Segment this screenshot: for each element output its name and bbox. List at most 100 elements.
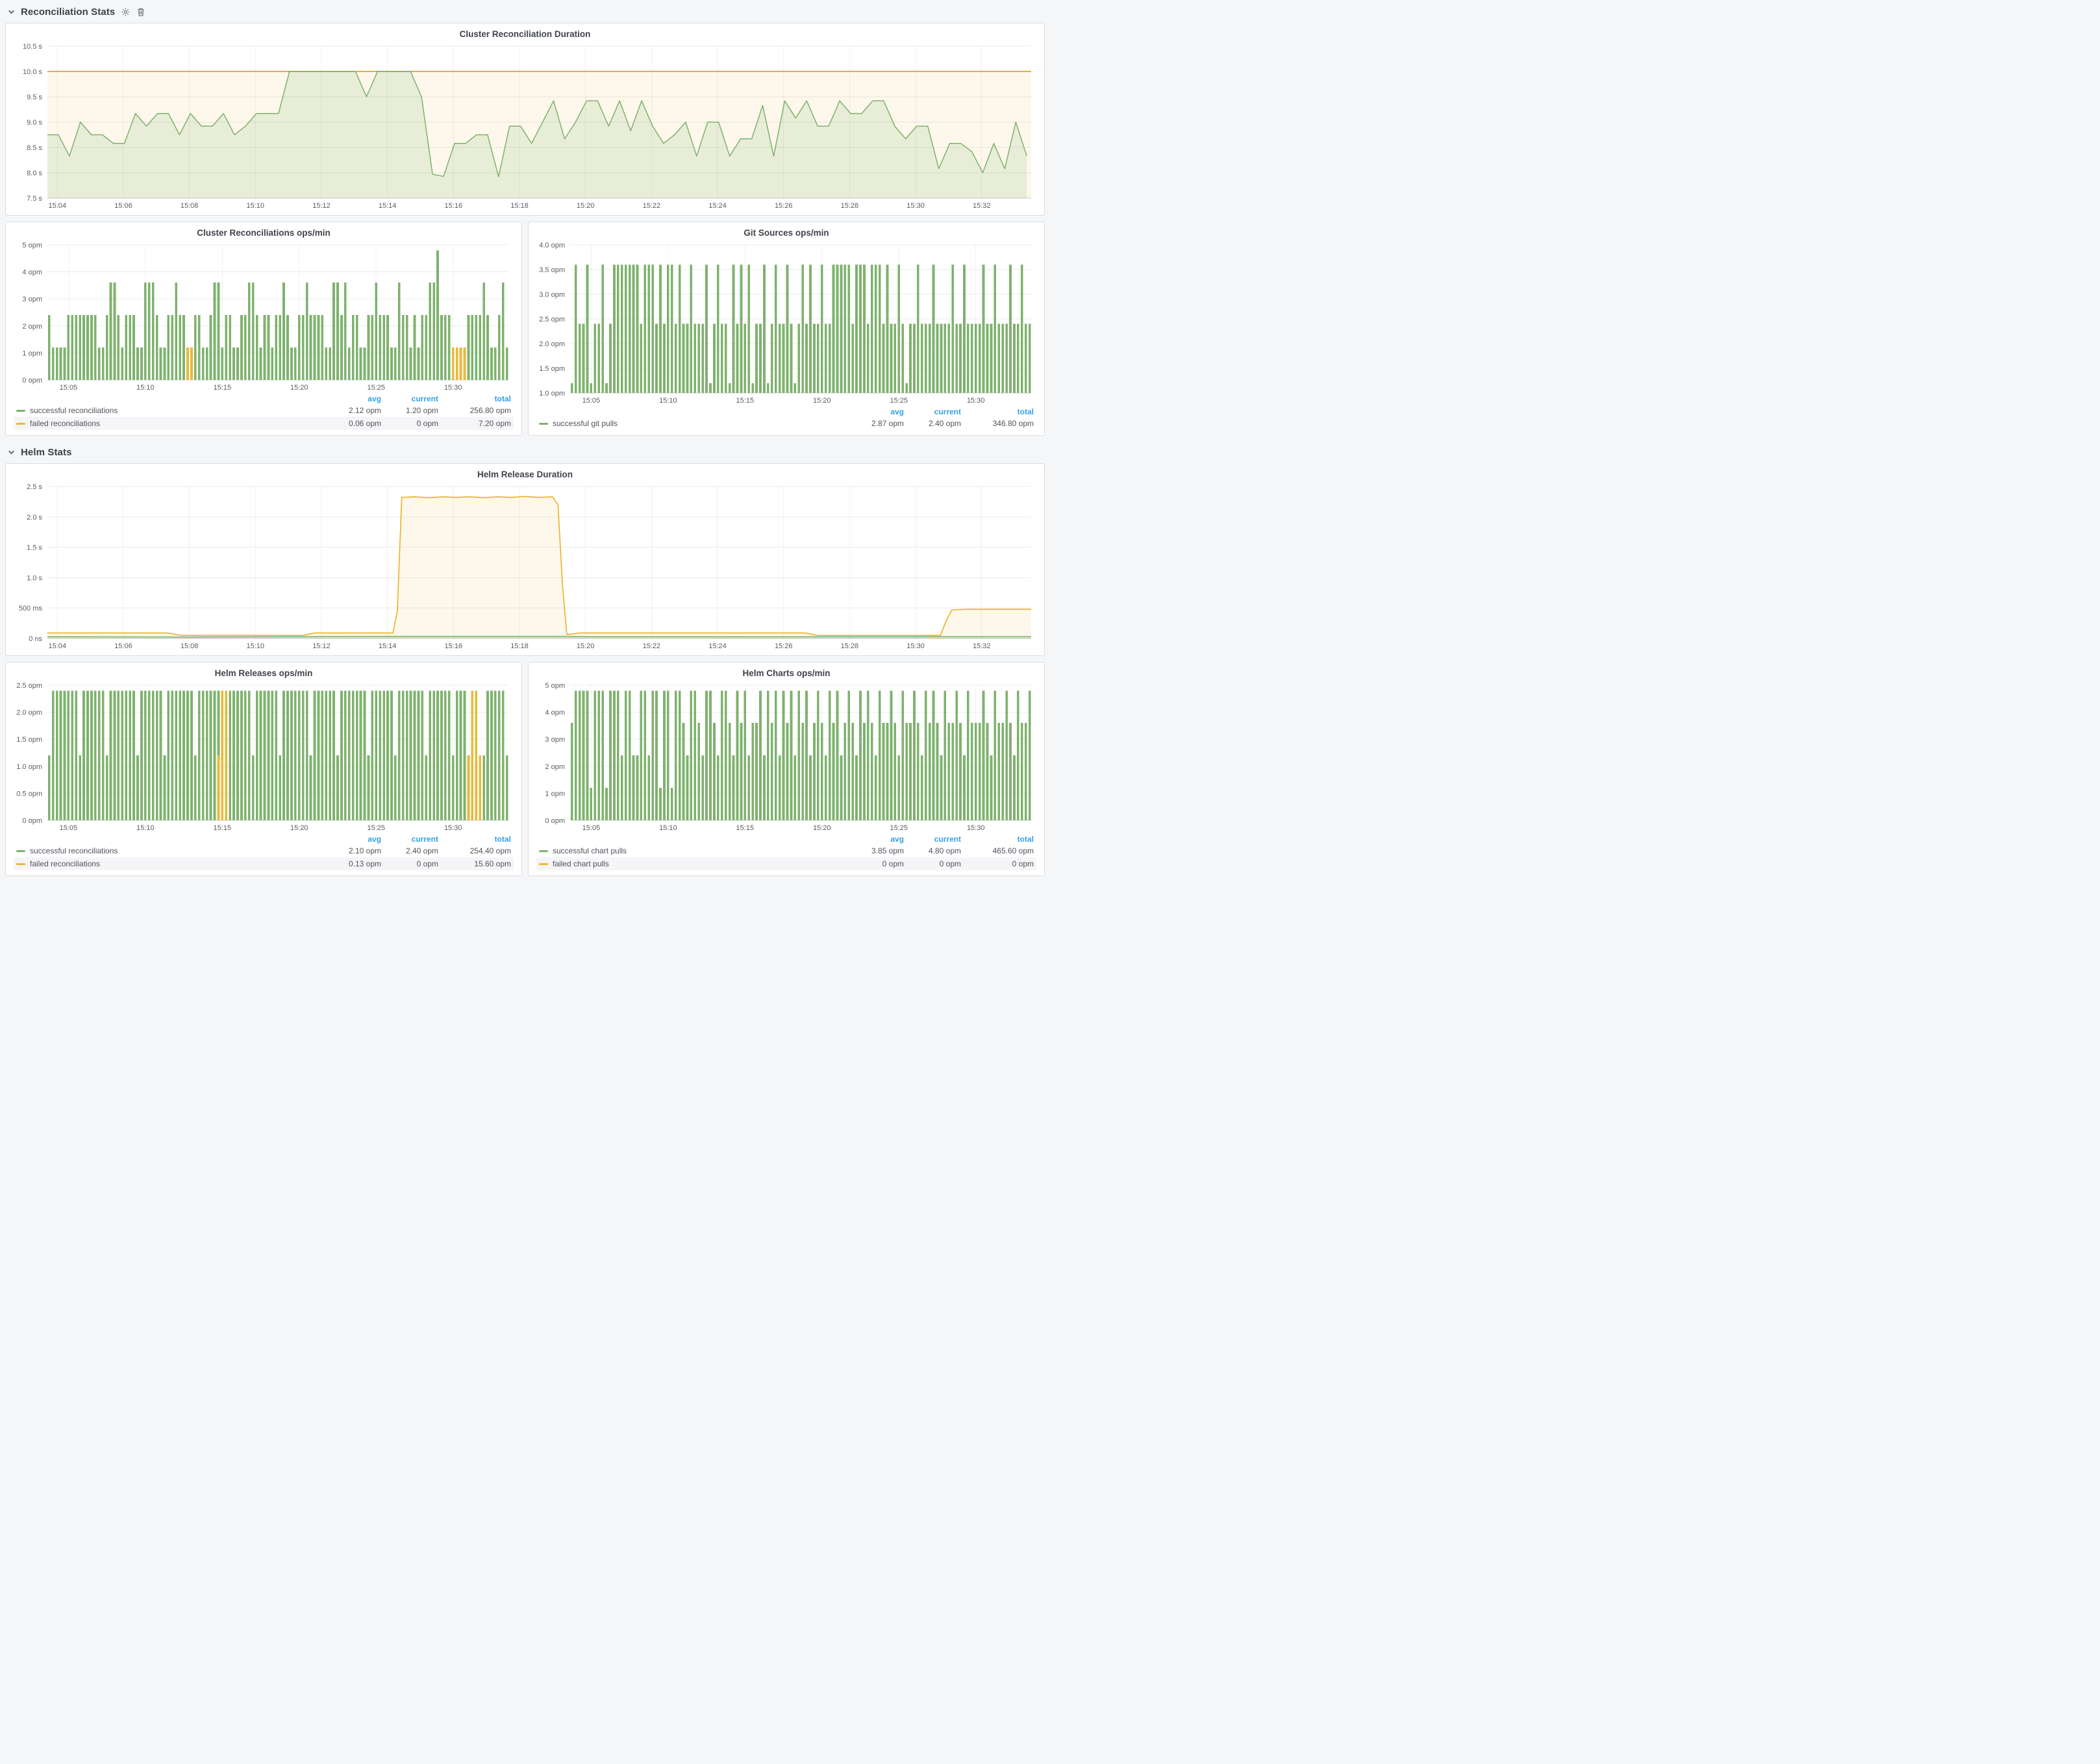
legend-series-label[interactable]: successful git pulls	[539, 419, 847, 428]
legend-col-avg[interactable]: avg	[324, 835, 381, 844]
svg-text:15:25: 15:25	[367, 824, 385, 832]
svg-text:8.5 s: 8.5 s	[27, 144, 42, 152]
panel-row-1: Cluster Reconciliations ops/min 0 opm1 o…	[5, 221, 1045, 436]
panel-git-sources-ops: Git Sources ops/min 1.0 opm1.5 opm2.0 op…	[528, 221, 1045, 436]
chart-svg: 7.5 s8.0 s8.5 s9.0 s9.5 s10.0 s10.5 s15:…	[11, 40, 1039, 211]
cluster-reconciliation-duration-chart[interactable]: 7.5 s8.0 s8.5 s9.0 s9.5 s10.0 s10.5 s15:…	[11, 40, 1039, 211]
legend-series-dash-icon	[539, 850, 548, 852]
svg-text:15:12: 15:12	[312, 202, 331, 210]
svg-text:15:05: 15:05	[582, 824, 601, 832]
trash-icon[interactable]	[136, 7, 145, 17]
legend-col-total[interactable]: total	[961, 835, 1034, 844]
svg-text:1.5 opm: 1.5 opm	[16, 736, 42, 744]
legend-value: 0 opm	[847, 859, 904, 868]
svg-text:15:14: 15:14	[379, 642, 397, 650]
legend-col-current[interactable]: current	[904, 835, 961, 844]
legend-series-label[interactable]: successful reconciliations	[16, 846, 324, 855]
legend-value: 254.40 opm	[438, 846, 511, 855]
legend-col-total[interactable]: total	[438, 394, 511, 403]
svg-text:15:32: 15:32	[973, 202, 991, 210]
svg-text:15:16: 15:16	[445, 202, 463, 210]
svg-text:1 opm: 1 opm	[545, 790, 565, 798]
legend-row: successful reconciliations2.12 opm1.20 o…	[14, 404, 514, 417]
chart-svg: 0 opm1 opm2 opm3 opm4 opm5 opm15:0515:10…	[534, 679, 1039, 833]
legend-value: 2.40 opm	[904, 419, 961, 428]
legend-value: 0 opm	[381, 859, 438, 868]
svg-text:15:05: 15:05	[60, 384, 78, 392]
svg-text:15:10: 15:10	[247, 202, 265, 210]
legend-col-total[interactable]: total	[438, 835, 511, 844]
svg-text:15:26: 15:26	[775, 202, 793, 210]
legend-series-dash-icon	[539, 863, 548, 865]
chart-svg: 0 ns500 ms1.0 s1.5 s2.0 s2.5 s15:0415:06…	[11, 481, 1039, 651]
panel-cluster-reconciliation-duration: Cluster Reconciliation Duration 7.5 s8.0…	[5, 23, 1045, 216]
svg-text:500 ms: 500 ms	[19, 605, 43, 612]
svg-text:15:24: 15:24	[708, 202, 727, 210]
legend-series-label[interactable]: failed reconciliations	[16, 859, 324, 868]
chart-svg: 0 opm0.5 opm1.0 opm1.5 opm2.0 opm2.5 opm…	[11, 679, 516, 833]
panel-title[interactable]: Cluster Reconciliation Duration	[11, 27, 1039, 40]
helm-release-duration-chart[interactable]: 0 ns500 ms1.0 s1.5 s2.0 s2.5 s15:0415:06…	[11, 481, 1039, 651]
legend-series-label[interactable]: failed reconciliations	[16, 419, 324, 428]
legend-value: 3.85 opm	[847, 846, 904, 855]
legend-series-label[interactable]: successful chart pulls	[539, 846, 847, 855]
chart-svg: 0 opm1 opm2 opm3 opm4 opm5 opm15:0515:10…	[11, 239, 516, 393]
legend-value: 346.80 opm	[961, 419, 1034, 428]
svg-text:15:10: 15:10	[247, 642, 265, 650]
helm-charts-ops-chart[interactable]: 0 opm1 opm2 opm3 opm4 opm5 opm15:0515:10…	[534, 679, 1039, 833]
svg-text:1.0 s: 1.0 s	[27, 574, 42, 582]
legend-series-dash-icon	[539, 423, 548, 425]
legend-value: 7.20 opm	[438, 419, 511, 428]
cluster-reconciliations-ops-chart[interactable]: 0 opm1 opm2 opm3 opm4 opm5 opm15:0515:10…	[11, 239, 516, 393]
svg-text:15:18: 15:18	[510, 642, 529, 650]
svg-text:1.0 opm: 1.0 opm	[539, 390, 565, 397]
svg-text:15:20: 15:20	[577, 642, 595, 650]
svg-text:2.0 opm: 2.0 opm	[539, 340, 565, 348]
legend-row: failed reconciliations0.06 opm0 opm7.20 …	[14, 417, 514, 430]
legend-series-dash-icon	[16, 850, 25, 852]
chevron-down-icon	[8, 449, 15, 456]
legend-series-dash-icon	[16, 410, 25, 412]
svg-text:9.0 s: 9.0 s	[27, 119, 42, 127]
svg-text:3.5 opm: 3.5 opm	[539, 266, 565, 274]
legend-col-avg[interactable]: avg	[847, 407, 904, 416]
legend-value: 0 opm	[904, 859, 961, 868]
svg-text:15:25: 15:25	[367, 384, 385, 392]
panel-title[interactable]: Helm Releases ops/min	[11, 666, 516, 679]
panel-title[interactable]: Helm Release Duration	[11, 467, 1039, 481]
svg-text:15:04: 15:04	[48, 202, 66, 210]
legend-series-label[interactable]: failed chart pulls	[539, 859, 847, 868]
legend-series-dash-icon	[16, 423, 25, 425]
panel-helm-charts-ops: Helm Charts ops/min 0 opm1 opm2 opm3 opm…	[528, 662, 1045, 876]
legend-header-row: avgcurrenttotal	[536, 834, 1036, 844]
svg-text:0 opm: 0 opm	[22, 377, 42, 384]
panel-title[interactable]: Git Sources ops/min	[534, 225, 1039, 239]
legend-col-avg[interactable]: avg	[324, 394, 381, 403]
legend-value: 256.80 opm	[438, 406, 511, 415]
svg-text:9.5 s: 9.5 s	[27, 94, 42, 101]
svg-text:15:32: 15:32	[973, 642, 991, 650]
svg-text:0.5 opm: 0.5 opm	[16, 790, 42, 798]
legend-series-dash-icon	[16, 863, 25, 865]
panel-title[interactable]: Helm Charts ops/min	[534, 666, 1039, 679]
legend-col-total[interactable]: total	[961, 407, 1034, 416]
legend-col-current[interactable]: current	[381, 835, 438, 844]
section-header-helm-stats[interactable]: Helm Stats	[5, 442, 1045, 463]
svg-text:7.5 s: 7.5 s	[27, 195, 42, 203]
svg-text:15:15: 15:15	[736, 824, 755, 832]
legend-col-current[interactable]: current	[904, 407, 961, 416]
svg-text:15:30: 15:30	[906, 642, 925, 650]
legend-col-current[interactable]: current	[381, 394, 438, 403]
legend-series-label[interactable]: successful reconciliations	[16, 406, 324, 415]
svg-text:15:22: 15:22	[643, 642, 661, 650]
git-sources-ops-chart[interactable]: 1.0 opm1.5 opm2.0 opm2.5 opm3.0 opm3.5 o…	[534, 239, 1039, 406]
gear-icon[interactable]	[121, 7, 131, 17]
section-header-reconciliation-stats[interactable]: Reconciliation Stats	[5, 1, 1045, 23]
svg-text:15:26: 15:26	[775, 642, 793, 650]
legend-value: 0.06 opm	[324, 419, 381, 428]
helm-releases-ops-chart[interactable]: 0 opm0.5 opm1.0 opm1.5 opm2.0 opm2.5 opm…	[11, 679, 516, 833]
svg-text:1.0 opm: 1.0 opm	[16, 763, 42, 771]
panel-title[interactable]: Cluster Reconciliations ops/min	[11, 225, 516, 239]
legend-col-avg[interactable]: avg	[847, 835, 904, 844]
svg-text:2.5 opm: 2.5 opm	[16, 682, 42, 690]
